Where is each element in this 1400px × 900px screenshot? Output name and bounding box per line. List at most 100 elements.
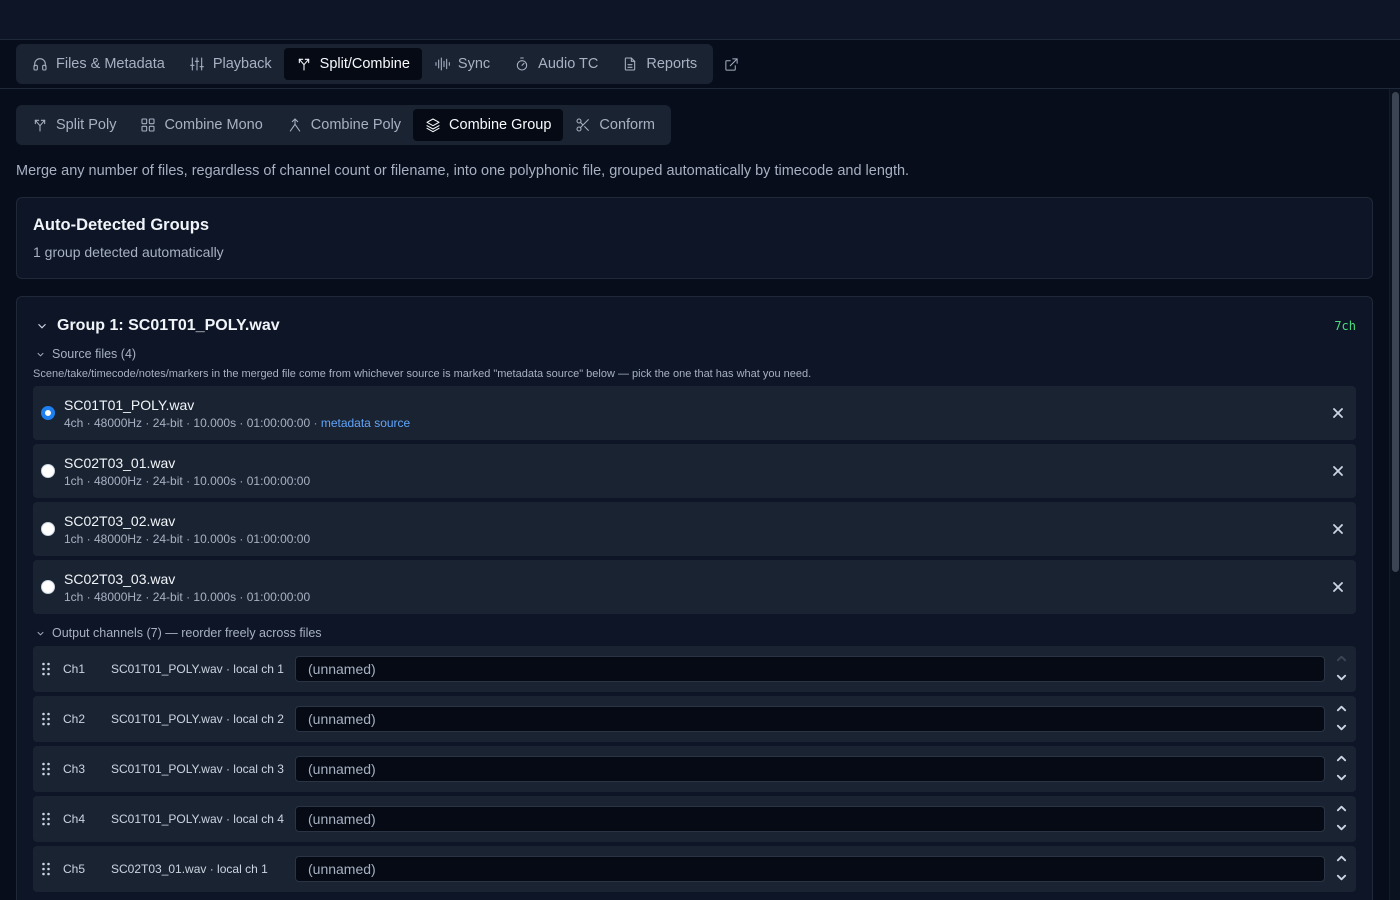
tab-label: Sync [457,56,491,72]
tab-label: Playback [212,56,272,72]
channel-label: Ch4 [63,812,86,826]
subtab-combine-group[interactable]: Combine Group [413,109,564,141]
channel-name-input[interactable] [295,706,1325,732]
source-file-row: SC02T03_02.wav 1ch · 48000Hz · 24-bit · … [33,502,1356,556]
auto-detected-groups-card: Auto-Detected Groups 1 group detected au… [16,197,1373,279]
tab-sync[interactable]: Sync [422,48,502,80]
file-meta-text: 4ch · 48000Hz · 24-bit · 10.000s · 01:00… [64,415,311,430]
source-file-row: SC02T03_01.wav 1ch · 48000Hz · 24-bit · … [33,444,1356,498]
remove-file-button[interactable] [1330,405,1346,421]
metadata-source-radio[interactable] [41,522,55,536]
move-down-button[interactable] [1334,669,1348,685]
remove-file-button[interactable] [1330,521,1346,537]
card-title: Auto-Detected Groups [33,216,210,234]
channel-source: SC01T01_POLY.wav · local ch 1 [111,662,284,676]
timer-icon [516,57,528,71]
chevron-up-icon [1336,705,1346,711]
metadata-source-radio[interactable] [41,406,55,420]
chevron-down-icon [37,631,44,636]
tab-label: Split/Combine [319,56,410,72]
drag-handle-icon[interactable] [41,812,51,826]
subtab-split-poly[interactable]: Split Poly [20,109,128,141]
tab-playback[interactable]: Playback [177,48,284,80]
tab-split-combine[interactable]: Split/Combine [283,48,422,80]
close-icon [1333,524,1343,534]
chevron-up-icon [1336,755,1346,761]
group-header[interactable]: Group 1: SC01T01_POLY.wav 7ch [33,315,1356,337]
move-up-button[interactable] [1334,850,1348,866]
drag-handle-icon[interactable] [41,762,51,776]
channel-row: Ch3 SC01T01_POLY.wav · local ch 3 [33,746,1356,792]
group-title: Group 1: SC01T01_POLY.wav [57,317,280,334]
tab-label: Reports [646,56,698,72]
close-icon [1333,466,1343,476]
chevron-down-icon [1336,674,1346,680]
channel-row: Ch1 SC01T01_POLY.wav · local ch 1 [33,646,1356,692]
layers-icon [426,118,440,133]
move-down-button[interactable] [1334,869,1348,885]
channel-name-input[interactable] [295,856,1325,882]
grid-icon [141,118,155,132]
channel-name-input[interactable] [295,756,1325,782]
close-icon [1333,582,1343,592]
headphones-icon [33,58,47,71]
move-up-button[interactable] [1334,750,1348,766]
chevron-down-icon [1336,824,1346,830]
file-name: SC02T03_02.wav [64,512,176,529]
vertical-scrollbar[interactable] [1389,89,1400,900]
channel-source: SC01T01_POLY.wav · local ch 4 [111,812,284,826]
main-nav: Files & Metadata Playback Split/Combine … [0,40,1400,89]
open-external-button[interactable] [715,48,747,80]
source-file-list: SC01T01_POLY.wav 4ch · 48000Hz · 24-bit … [33,386,1356,614]
tab-audio-tc[interactable]: Audio TC [502,48,610,80]
remove-file-button[interactable] [1330,579,1346,595]
tab-label: Audio TC [538,56,599,72]
drag-handle-icon[interactable] [41,662,51,676]
main-tab-list: Files & Metadata Playback Split/Combine … [16,44,714,84]
tab-reports[interactable]: Reports [610,48,709,80]
channel-name-input[interactable] [295,656,1325,682]
move-down-button[interactable] [1334,769,1348,785]
metadata-source-radio[interactable] [41,580,55,594]
channel-row: Ch4 SC01T01_POLY.wav · local ch 4 [33,796,1356,842]
subtab-combine-mono[interactable]: Combine Mono [128,109,274,141]
output-channels-toggle[interactable]: Output channels (7) — reorder freely acr… [33,626,1356,640]
metadata-source-note: Scene/take/timecode/notes/markers in the… [33,368,812,380]
move-up-button[interactable] [1334,650,1348,666]
channel-name-input[interactable] [295,806,1325,832]
drag-handle-icon[interactable] [41,712,51,726]
group-card: Group 1: SC01T01_POLY.wav 7ch Source fil… [16,296,1373,900]
subtab-label: Conform [599,117,656,133]
file-name: SC02T03_01.wav [64,454,176,471]
sliders-icon [189,57,204,71]
subtab-conform[interactable]: Conform [563,109,667,141]
sub-tab-list: Split Poly Combine Mono Combine Poly Com… [16,105,672,145]
move-up-button[interactable] [1334,700,1348,716]
file-meta: 1ch · 48000Hz · 24-bit · 10.000s · 01:00… [64,589,311,604]
move-up-button[interactable] [1334,800,1348,816]
move-down-button[interactable] [1334,819,1348,835]
remove-file-button[interactable] [1330,463,1346,479]
move-down-button[interactable] [1334,719,1348,735]
channel-count-badge: 7ch [1334,319,1356,333]
page-description: Merge any number of files, regardless of… [16,163,910,179]
drag-handle-icon[interactable] [41,862,51,876]
source-file-row: SC01T01_POLY.wav 4ch · 48000Hz · 24-bit … [33,386,1356,440]
chevron-down-icon [37,352,44,357]
split-icon [34,119,46,132]
chevron-down-icon [1336,774,1346,780]
scrollbar-thumb[interactable] [1392,92,1399,572]
metadata-source-label: · metadata source [310,415,411,430]
channel-label: Ch3 [63,762,86,776]
subtab-combine-poly[interactable]: Combine Poly [275,109,413,141]
tab-files-metadata[interactable]: Files & Metadata [20,48,177,80]
file-name: SC01T01_POLY.wav [64,396,195,413]
metadata-source-radio[interactable] [41,464,55,478]
source-files-toggle[interactable]: Source files (4) [33,347,1356,361]
channel-source: SC02T03_01.wav · local ch 1 [111,862,268,876]
file-meta: 1ch · 48000Hz · 24-bit · 10.000s · 01:00… [64,473,311,488]
close-icon [1333,408,1343,418]
channel-row: Ch2 SC01T01_POLY.wav · local ch 2 [33,696,1356,742]
chevron-down-icon [1336,874,1346,880]
file-meta: 4ch · 48000Hz · 24-bit · 10.000s · 01:00… [64,416,410,430]
